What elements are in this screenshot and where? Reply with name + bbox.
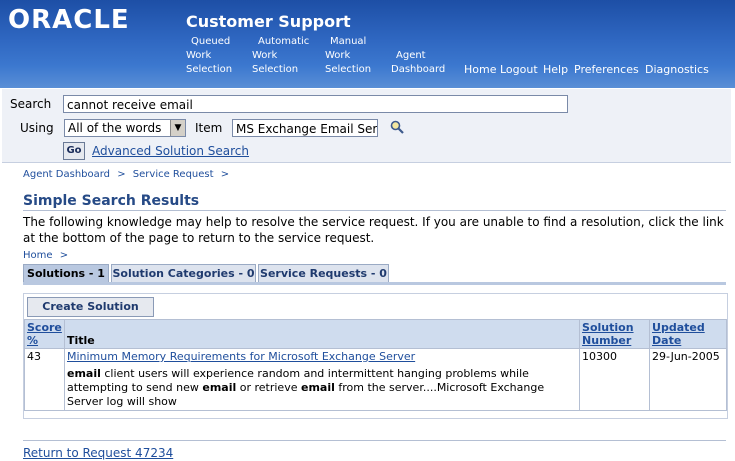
nav-diagnostics[interactable]: Diagnostics xyxy=(645,63,709,76)
using-label: Using xyxy=(20,121,54,135)
search-icon[interactable] xyxy=(390,120,404,134)
page-description: The following knowledge may help to reso… xyxy=(23,215,724,245)
home-breadcrumb: Home > xyxy=(23,250,68,261)
nav-label-line: Dashboard xyxy=(391,64,446,75)
search-input[interactable]: cannot receive email xyxy=(63,95,568,113)
nav-logout[interactable]: Logout xyxy=(500,63,538,76)
col-label: Score xyxy=(27,321,62,334)
nav-label-line: Agent xyxy=(396,50,426,61)
go-button[interactable]: Go xyxy=(63,142,85,160)
tab-solution-categories[interactable]: Solution Categories - 0 xyxy=(111,264,256,283)
nav-label-line: Selection xyxy=(325,64,372,75)
home-crumb-link[interactable]: Home xyxy=(23,250,53,261)
nav-label-line: Automatic xyxy=(258,36,310,47)
nav-label-line: Work xyxy=(252,50,278,61)
item-input[interactable]: MS Exchange Email Serv xyxy=(232,119,378,137)
item-label: Item xyxy=(195,121,223,135)
nav-label-line: Manual xyxy=(330,36,367,47)
snippet-text: or retrieve xyxy=(236,381,301,394)
col-label: Updated xyxy=(652,321,705,334)
search-label: Search xyxy=(10,97,52,111)
advanced-search-link[interactable]: Advanced Solution Search xyxy=(92,144,249,158)
cell-updated-date: 29-Jun-2005 xyxy=(649,348,727,411)
cell-solution-number: 10300 xyxy=(579,348,651,411)
footer-divider xyxy=(23,440,726,441)
col-solution-number[interactable]: Solution Number xyxy=(579,319,651,349)
solution-title-link[interactable]: Minimum Memory Requirements for Microsof… xyxy=(67,350,415,363)
using-select[interactable]: All of the words ▼ xyxy=(64,119,186,137)
return-to-request-link[interactable]: Return to Request 47234 xyxy=(23,446,173,460)
breadcrumb-agent-dashboard[interactable]: Agent Dashboard xyxy=(23,169,110,180)
cell-score: 43 xyxy=(24,348,65,411)
tab-solutions[interactable]: Solutions - 1 xyxy=(23,264,109,283)
snippet-highlight: email xyxy=(202,381,237,394)
score-sort-link[interactable]: Score% xyxy=(27,321,62,347)
col-label: Solution xyxy=(582,321,634,334)
cell-title: Minimum Memory Requirements for Microsof… xyxy=(63,348,581,411)
tab-underline xyxy=(23,282,726,285)
nav-home[interactable]: Home xyxy=(464,63,496,76)
nav-label-line: Selection xyxy=(252,64,299,75)
col-label: Number xyxy=(582,334,632,347)
breadcrumb-separator: > xyxy=(117,169,126,180)
solution-snippet: email client users will experience rando… xyxy=(67,367,577,409)
create-solution-button[interactable]: Create Solution xyxy=(27,297,154,317)
snippet-highlight: email xyxy=(66,367,101,380)
col-score[interactable]: Score% xyxy=(24,319,65,349)
date-sort-link[interactable]: Updated Date xyxy=(652,321,705,347)
col-label: Date xyxy=(652,334,682,347)
results-panel: Create Solution Score% Title Solution Num… xyxy=(23,293,728,419)
table-header-row: Score% Title Solution Number Updated Date xyxy=(24,319,727,349)
number-sort-link[interactable]: Solution Number xyxy=(582,321,634,347)
breadcrumb-service-request[interactable]: Service Request xyxy=(133,169,214,180)
nav-label-line: Queued xyxy=(191,36,231,47)
nav-queued-work-selection[interactable]: Queued Work Selection xyxy=(186,35,232,77)
table-row: 43 Minimum Memory Requirements for Micro… xyxy=(24,348,727,411)
nav-preferences[interactable]: Preferences xyxy=(574,63,639,76)
snippet-highlight: email xyxy=(300,381,335,394)
app-title: Customer Support xyxy=(186,12,351,31)
col-title: Title xyxy=(63,319,581,349)
nav-label-line: Work xyxy=(186,50,212,61)
nav-agent-dashboard[interactable]: Agent Dashboard xyxy=(391,49,445,77)
tab-service-requests[interactable]: Service Requests - 0 xyxy=(258,264,389,283)
using-select-value: All of the words xyxy=(68,121,162,135)
app-header: ORACLE Customer Support Queued Work Sele… xyxy=(0,0,735,88)
page-title: Simple Search Results xyxy=(23,193,200,209)
breadcrumb-separator: > xyxy=(59,250,69,261)
breadcrumb-separator: > xyxy=(220,169,230,180)
nav-label-line: Work xyxy=(325,50,351,61)
nav-automatic-work-selection[interactable]: Automatic Work Selection xyxy=(252,35,310,77)
col-updated-date[interactable]: Updated Date xyxy=(649,319,727,349)
nav-label-line: Selection xyxy=(186,64,233,75)
oracle-logo: ORACLE xyxy=(8,5,130,35)
nav-help[interactable]: Help xyxy=(543,63,568,76)
col-label: % xyxy=(27,334,39,347)
chevron-down-icon[interactable]: ▼ xyxy=(170,120,185,136)
title-divider xyxy=(23,210,726,211)
breadcrumb: Agent Dashboard > Service Request > xyxy=(23,169,229,180)
results-table: Score% Title Solution Number Updated Date … xyxy=(24,319,727,411)
nav-manual-work-selection[interactable]: Manual Work Selection xyxy=(325,35,371,77)
